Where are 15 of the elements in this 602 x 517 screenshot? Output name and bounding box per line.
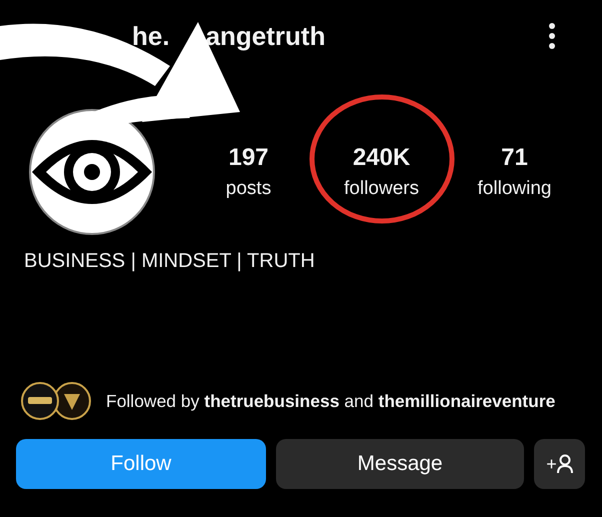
stat-count: 240K [352,144,410,172]
stat-count: 71 [501,144,528,172]
follower-avatars-icon[interactable] [20,381,92,421]
add-person-button[interactable]: + [534,439,585,489]
stat-label[interactable]: posts [226,178,272,200]
more-icon[interactable] [548,23,556,49]
stat-count: 197 [228,144,269,172]
message-button[interactable]: Message [276,439,524,489]
username-title: he. [132,20,170,52]
person-icon [556,454,573,474]
stat-label[interactable]: following [478,178,552,200]
stat-label[interactable]: followers [344,178,419,200]
bio-text: BUSINESS | MINDSET | TRUTH [24,250,316,273]
username-title: angetruth [206,20,326,52]
followed-by-text: Followed by thetruebusiness and themillionaireventure [106,390,556,412]
